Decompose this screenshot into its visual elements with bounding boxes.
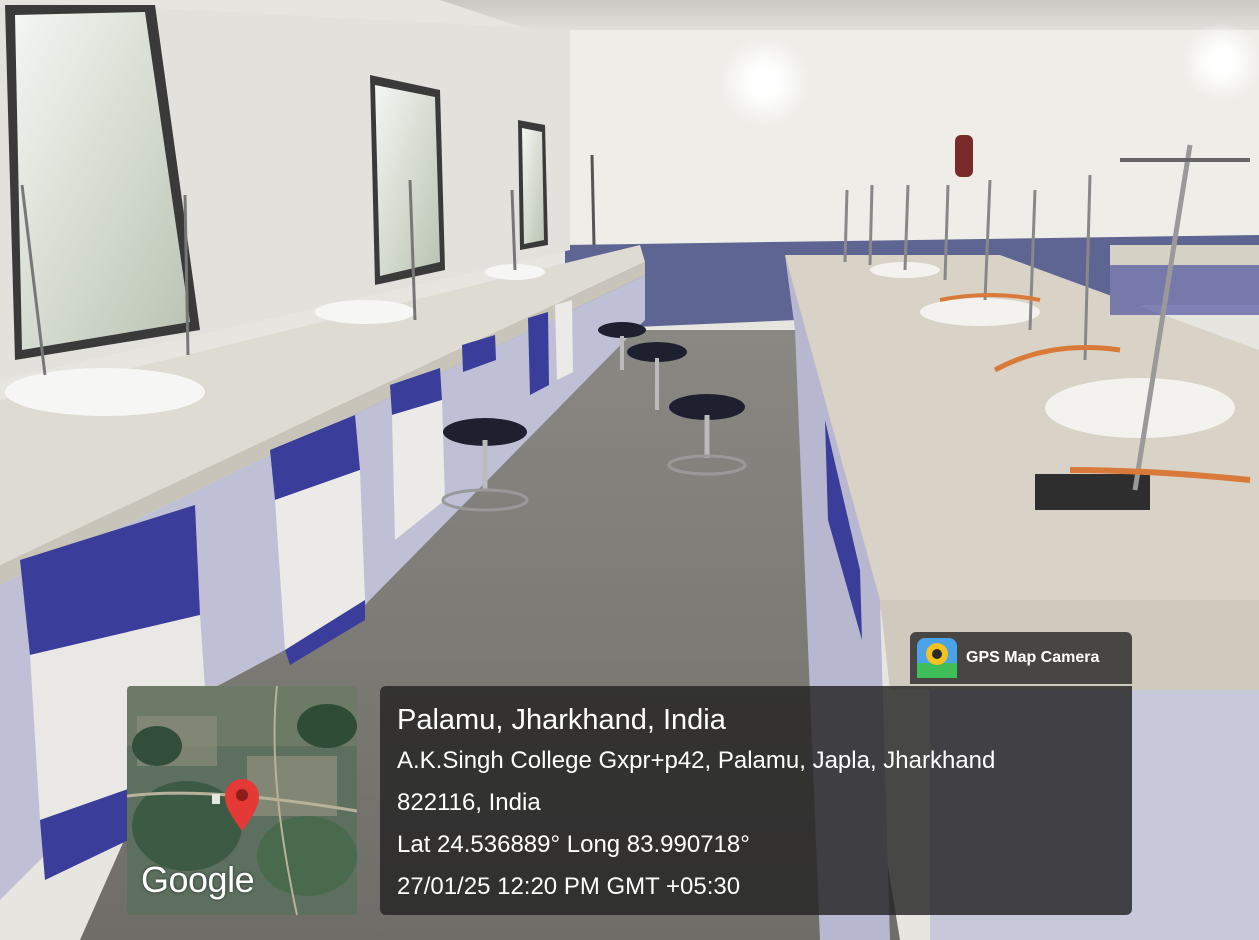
address-line-2: 822116, India [397,789,541,816]
timestamp: 27/01/25 12:20 PM GMT +05:30 [397,873,741,900]
google-logo: Google [141,859,255,900]
gps-map-camera-badge: GPS Map Camera [910,632,1132,684]
badge-label: GPS Map Camera [966,649,1100,666]
location-title: Palamu, Jharkhand, India [397,704,726,736]
coordinates: Lat 24.536889° Long 83.990718° [397,831,750,858]
address-line-1: A.K.Singh College Gxpr+p42, Palamu, Japl… [397,747,996,774]
location-info-panel: Palamu, Jharkhand, India A.K.Singh Colle… [380,686,1132,915]
gps-map-camera-icon [917,638,957,678]
map-thumbnail: Google [127,686,357,915]
